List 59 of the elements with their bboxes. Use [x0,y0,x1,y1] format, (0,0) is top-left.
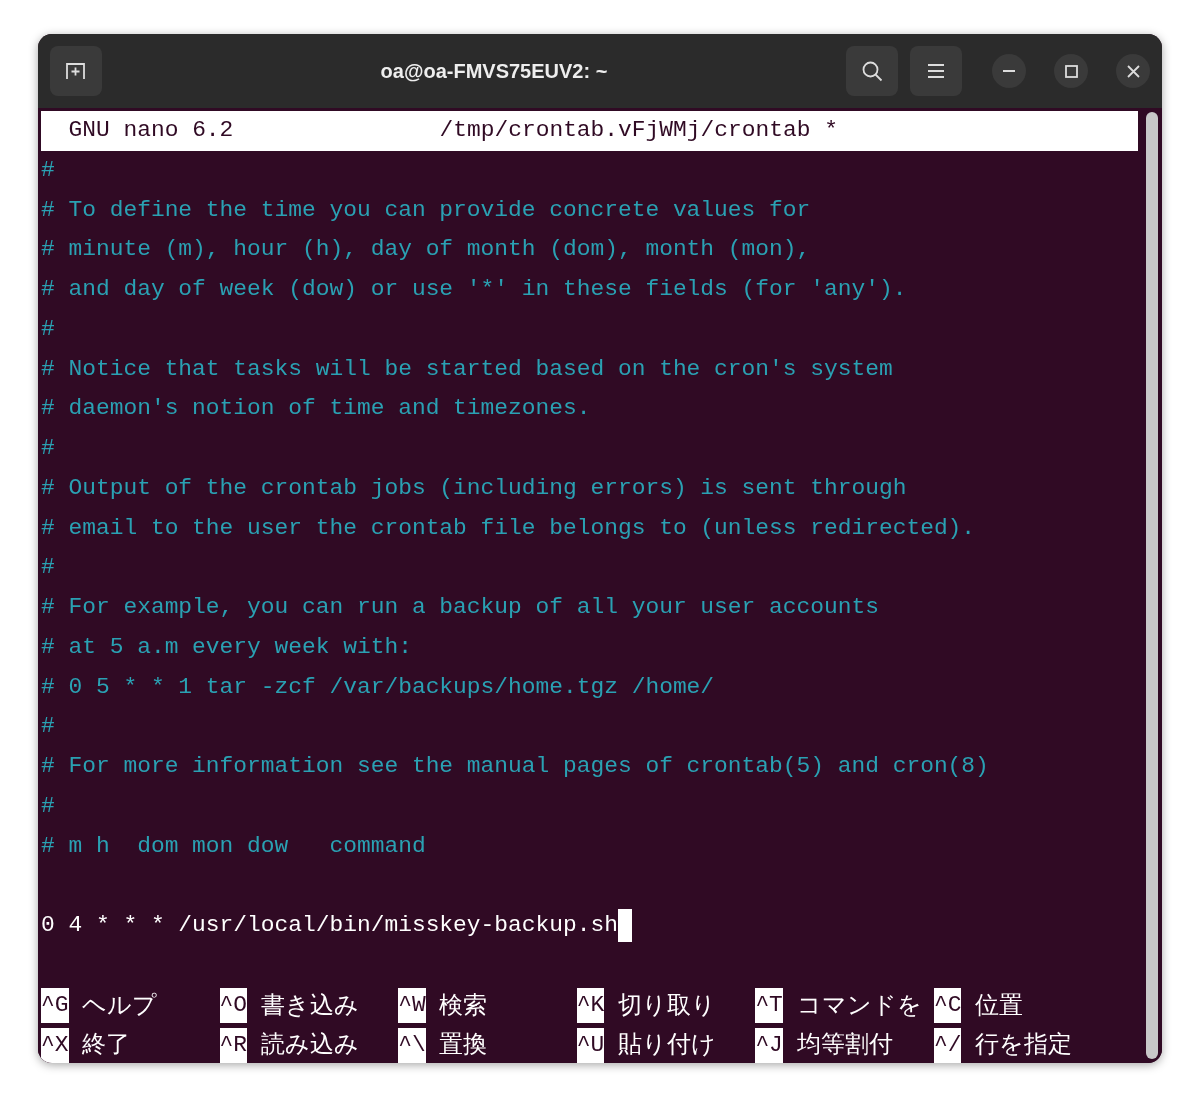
shortcut-label: 書き込み [260,989,359,1021]
comment-line: # For more information see the manual pages of crontab(5) and cron(8) [41,752,989,781]
maximize-button[interactable] [1054,54,1088,88]
search-button[interactable] [846,46,898,96]
comment-line: # minute (m), hour (h), day of month (dom), month (mon), [41,235,811,265]
comment-line: # [41,712,55,742]
shortcut-label: ヘルプ [82,989,158,1021]
shortcut-label: 行を指定 [975,1029,1073,1061]
comment-line: # [41,314,55,344]
app-version: GNU nano 6.2 [67,116,235,145]
shortcut-label: 読み込み [260,1029,359,1061]
shortcut-key: ^R [219,1027,248,1063]
comment-line: # 0 5 * * 1 tar -zcf /var/backups/home.tgz /home/ [41,672,715,702]
shortcut-label: 終了 [82,1029,131,1061]
scrollbar[interactable] [1146,112,1158,1059]
shortcut-label: 均等割付 [796,1029,893,1061]
shortcut-label: 検索 [439,989,488,1021]
shortcut-label: 貼り付け [618,1029,716,1061]
shortcut-key: ^T [755,987,783,1023]
shortcut-label: 切り取り [618,989,716,1021]
file-path: /tmp/crontab.vFjWMj/crontab * [439,116,838,145]
comment-line: # at 5 a.m every week with: [41,632,412,662]
shortcut-label: コマンドを [796,989,922,1021]
shortcut-key: ^/ [933,1027,962,1063]
minimize-icon [1003,70,1015,72]
shortcut-key: ^K [576,987,605,1023]
shortcut-key: ^C [933,987,962,1023]
shortcut-key: ^W [398,987,426,1023]
comment-line: # [41,155,55,185]
new-tab-button[interactable] [50,46,102,96]
close-icon [1126,64,1140,78]
comment-line: # For example, you can run a backup of all your user accounts [41,593,879,622]
search-icon [861,60,883,82]
shortcut-key: ^\ [398,1027,426,1063]
comment-line: # [41,434,55,463]
new-tab-icon [65,61,87,81]
menu-button[interactable] [910,46,962,96]
code-line: 0 4 * * * /usr/local/bin/misskey-backup.sh [41,911,618,940]
comment-line: # email to the user the crontab file belongs to (unless redirected). [41,513,976,543]
shortcut-key: ^O [219,987,248,1023]
comment-line: # daemon's notion of time and timezones. [41,394,591,424]
shortcut-label: 位置 [975,989,1024,1021]
minimize-button[interactable] [992,54,1026,88]
shortcut-label: 置換 [439,1029,488,1061]
comment-line: # m h dom mon dow command [41,831,426,861]
comment-line: # To define the time you can provide concrete values for [41,195,811,225]
close-button[interactable] [1116,54,1150,88]
shortcut-key: ^U [576,1027,605,1063]
comment-line: # Notice that tasks will be started based on the cron's system [41,354,893,384]
maximize-icon [1064,64,1078,78]
comment-line: # [41,553,55,583]
comment-line: # [41,791,55,821]
comment-line: # Output of the crontab jobs (including errors) is sent through [41,473,907,503]
window-title: oa@oa-FMVS75EUV2: ~ [379,59,608,82]
menu-icon [927,64,945,78]
shortcut-key: ^G [41,987,69,1023]
shortcut-key: ^X [41,1027,69,1063]
shortcut-key: ^J [755,1027,783,1063]
comment-line: # and day of week (dow) or use '*' in these fields (for 'any'). [41,275,907,304]
